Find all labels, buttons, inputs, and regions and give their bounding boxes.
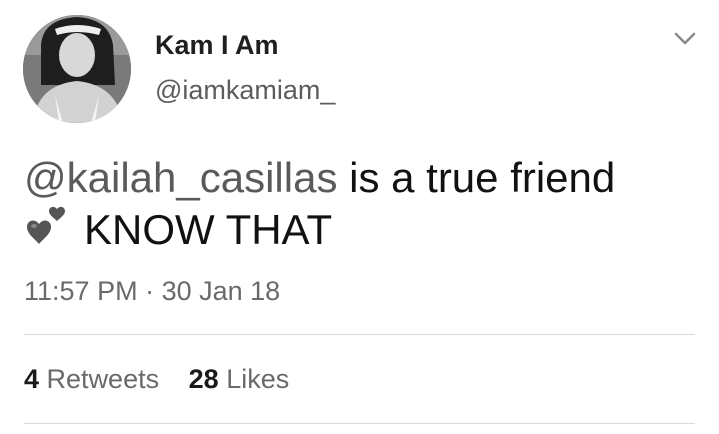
tweet-date: 30 Jan 18 (161, 276, 281, 306)
tweet-text: @kailah_casillas is a true friend KNOW T… (24, 152, 694, 256)
tweet-stats: 4 Retweets 28 Likes (24, 364, 311, 395)
retweets-count: 4 (24, 364, 40, 394)
retweets-stat[interactable]: 4 Retweets (24, 364, 159, 394)
user-handle[interactable]: @iamkamiam_ (155, 75, 335, 106)
avatar-photo (23, 15, 131, 123)
display-name[interactable]: Kam I Am (155, 30, 279, 61)
chevron-down-icon[interactable] (672, 28, 698, 48)
tweet-timestamp[interactable]: 11:57 PM · 30 Jan 18 (24, 276, 280, 307)
mention-link[interactable]: @kailah_casillas (24, 154, 337, 201)
tweet-text-line2: KNOW THAT (84, 206, 333, 253)
avatar[interactable] (23, 15, 131, 123)
likes-count: 28 (188, 364, 219, 394)
likes-label: Likes (226, 364, 290, 394)
tweet-text-line1: is a true friend (337, 154, 616, 201)
tweet-time: 11:57 PM (24, 276, 138, 306)
retweets-label: Retweets (46, 364, 160, 394)
divider-bottom (24, 423, 695, 424)
meta-separator: · (137, 276, 162, 306)
divider-top (24, 334, 695, 335)
two-hearts-icon (27, 206, 65, 244)
likes-stat[interactable]: 28 Likes (189, 364, 290, 394)
